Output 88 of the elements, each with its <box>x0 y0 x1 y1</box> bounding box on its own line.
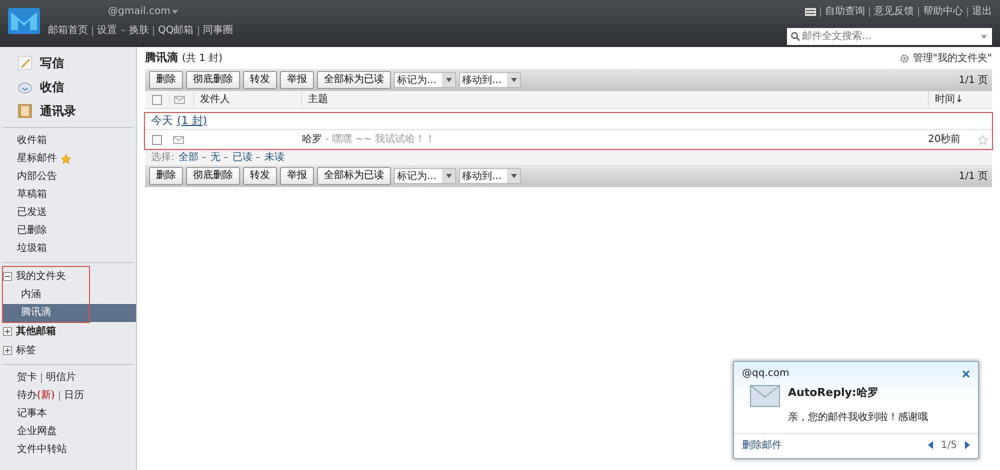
select-label: 选择: <box>151 150 174 164</box>
row-checkbox[interactable] <box>152 134 162 144</box>
dropdown[interactable]: 移动到... <box>459 168 521 184</box>
toolbar-button[interactable]: 删除 <box>149 71 183 89</box>
dropdown[interactable]: 标记为... <box>394 72 456 88</box>
tool-link[interactable]: 贺卡 <box>17 371 37 385</box>
select-link[interactable]: 无 <box>210 150 220 164</box>
folder-link[interactable]: 内涵 <box>3 286 89 304</box>
tool-link[interactable]: 记事本 <box>17 407 47 421</box>
next-icon[interactable] <box>965 441 970 449</box>
tool-link[interactable]: 文件中转站 <box>17 443 67 457</box>
search-icon <box>791 32 800 41</box>
column-header[interactable]: 主题 <box>301 92 928 107</box>
group-count-link[interactable]: (1 封) <box>177 112 208 130</box>
tool-link[interactable]: 待办 <box>17 389 37 403</box>
toolbar-button[interactable]: 转发 <box>243 167 277 185</box>
header-link[interactable]: QQ邮箱 <box>158 23 194 38</box>
tool-link[interactable]: 明信片 <box>46 371 76 385</box>
receive-link[interactable]: 收信 <box>40 78 64 96</box>
toolbar-button[interactable]: 转发 <box>243 71 277 89</box>
envelope-icon <box>174 96 185 104</box>
tool-link[interactable]: 日历 <box>64 389 84 403</box>
select-link[interactable]: 全部 <box>178 150 198 164</box>
header-link[interactable]: 自助查询 <box>825 4 865 19</box>
page-indicator: 1/1 页 <box>958 170 988 184</box>
toolbar-button[interactable]: 全部标为已读 <box>317 71 391 89</box>
column-header[interactable]: 发件人 <box>193 92 301 107</box>
select-link[interactable]: 已读 <box>232 150 252 164</box>
compose-icon <box>18 56 32 70</box>
folder-link[interactable]: 内部公告 <box>17 170 57 184</box>
keyboard-icon[interactable] <box>805 8 816 16</box>
folder-link[interactable]: 已删除 <box>17 224 47 238</box>
folder-group-link[interactable]: 标签 <box>16 343 36 358</box>
contacts-link[interactable]: 通讯录 <box>40 102 76 120</box>
expander-icon[interactable] <box>3 272 12 281</box>
close-icon[interactable] <box>962 370 970 378</box>
compose-link[interactable]: 写信 <box>40 54 64 72</box>
expander-icon[interactable] <box>3 327 12 336</box>
star-icon[interactable] <box>978 134 988 144</box>
folder-group-link[interactable]: 其他邮箱 <box>16 324 56 339</box>
delete-mail-link[interactable]: 删除邮件 <box>742 438 782 452</box>
new-label: (新) <box>37 389 55 403</box>
inbox-icon <box>18 80 32 94</box>
header-link[interactable]: 邮箱首页 <box>48 23 88 38</box>
dropdown[interactable]: 标记为... <box>394 168 456 184</box>
select-all-checkbox[interactable] <box>152 94 162 104</box>
folder-link[interactable]: 草稿箱 <box>17 188 47 202</box>
contacts-icon <box>18 104 32 118</box>
sender-address: @qq.com <box>742 367 790 381</box>
header-link[interactable]: 退出 <box>972 4 992 19</box>
toolbar-button[interactable]: 举报 <box>280 167 314 185</box>
popup-body: 亲，您的邮件我收到啦！感谢哦 <box>788 410 928 424</box>
column-header[interactable]: 时间↓ <box>928 92 992 107</box>
header-link[interactable]: 帮助中心 <box>923 4 963 19</box>
toolbar-button[interactable]: 彻底删除 <box>186 71 240 89</box>
search-field[interactable]: 邮件全文搜索... <box>787 28 992 45</box>
dropdown[interactable]: 移动到... <box>459 72 521 88</box>
envelope-icon <box>750 385 780 407</box>
select-link[interactable]: 未读 <box>264 150 284 164</box>
account-name[interactable]: @gmail.com <box>108 4 170 19</box>
toolbar-button[interactable]: 举报 <box>280 71 314 89</box>
group-label: 今天 <box>151 112 173 129</box>
tool-link[interactable]: 企业网盘 <box>17 425 57 439</box>
folder-link[interactable]: 已发送 <box>17 206 47 220</box>
header-link[interactable]: 设置 <box>97 23 117 38</box>
folder-link[interactable]: 腾讯滴 <box>3 304 136 322</box>
manage-folders-link[interactable]: 管理"我的文件夹" <box>912 50 992 66</box>
gear-icon <box>900 54 909 62</box>
header-link[interactable]: 换肤 <box>129 23 149 38</box>
folder-title: 腾讯滴 <box>145 50 178 66</box>
popup-pager: 1/5 <box>940 438 957 452</box>
toolbar-button[interactable]: 彻底删除 <box>186 167 240 185</box>
toolbar-button[interactable]: 删除 <box>149 167 183 185</box>
folder-group-link[interactable]: 我的文件夹 <box>16 269 66 284</box>
toolbar-button[interactable]: 全部标为已读 <box>317 167 391 185</box>
popup-subject[interactable]: AutoReply:哈罗 <box>788 385 928 402</box>
envelope-icon <box>173 136 184 144</box>
folder-link[interactable]: 星标邮件 <box>17 152 57 166</box>
page-indicator: 1/1 页 <box>958 74 988 88</box>
folder-link[interactable]: 收件箱 <box>17 134 47 148</box>
expander-icon[interactable] <box>3 346 12 355</box>
message-count: (共 1 封) <box>182 52 223 66</box>
message-subject: 哈罗 - 嘿嘿 ~~ 我试试哈！！ <box>302 132 436 147</box>
previous-icon[interactable] <box>928 441 933 449</box>
header-link[interactable]: 同事圈 <box>202 23 233 38</box>
folder-link[interactable]: 垃圾箱 <box>17 242 47 256</box>
message-time: 20秒前 <box>928 132 962 147</box>
header-link[interactable]: 意见反馈 <box>874 4 914 19</box>
